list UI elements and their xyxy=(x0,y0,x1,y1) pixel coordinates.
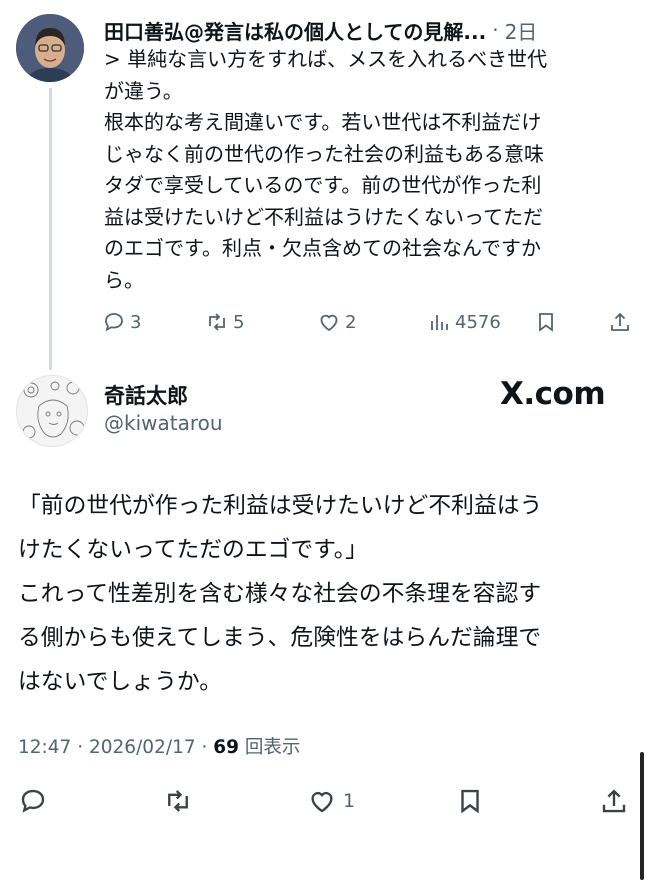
reply-like-button[interactable]: 1 xyxy=(307,786,355,816)
parent-tweet-text: > 単純な言い方をすれば、メスを入れるべき世代 が違う。 根本的な考え間違いです… xyxy=(104,47,548,292)
reply-like-count: 1 xyxy=(343,790,356,812)
parent-author-name[interactable]: 田口善弘@発言は私の個人としての見解... xyxy=(104,16,486,45)
reply-author-name[interactable]: 奇話太郎 xyxy=(104,380,188,410)
reply-author-avatar[interactable] xyxy=(16,375,88,447)
parent-tweet-header: 田口善弘@発言は私の個人としての見解... · 2日 xyxy=(104,14,624,46)
avatar-photo xyxy=(16,14,84,82)
xcom-watermark-logo: X.com xyxy=(500,376,606,412)
parent-views-count: 4576 xyxy=(455,311,501,333)
views-bar-icon xyxy=(431,315,448,330)
parent-reply-count: 3 xyxy=(130,311,142,333)
reply-tweet-text: 「前の世代が作った利益は受けたいけど不利益はう けたくないってただのエゴです。」… xyxy=(18,493,543,695)
repost-icon xyxy=(209,313,225,331)
scrollbar[interactable] xyxy=(640,752,644,880)
reply-views-label: 回表示 xyxy=(244,737,301,758)
reply-reply-button[interactable] xyxy=(18,786,48,816)
reply-author-handle[interactable]: @kiwatarou xyxy=(104,411,223,435)
reply-bookmark-button[interactable] xyxy=(455,786,485,816)
parent-timestamp[interactable]: 2日 xyxy=(505,16,538,45)
bookmark-icon xyxy=(539,313,553,332)
bookmark-icon xyxy=(461,789,479,814)
reply-bubble-icon xyxy=(21,789,45,813)
reply-meta: 12:47 · 2026/02/17 · 69 回表示 xyxy=(18,733,300,759)
header-separator: · xyxy=(492,18,499,42)
parent-bookmark-button[interactable] xyxy=(534,310,558,334)
reply-date[interactable]: 2026/02/17 xyxy=(89,737,196,758)
meta-separator: · xyxy=(201,737,214,758)
reply-repost-button[interactable] xyxy=(163,786,193,816)
share-icon xyxy=(611,312,629,331)
reply-time[interactable]: 12:47 xyxy=(18,737,71,758)
repost-icon xyxy=(168,790,188,812)
parent-author-avatar[interactable] xyxy=(16,14,84,82)
parent-share-button[interactable] xyxy=(608,310,632,334)
parent-repost-button[interactable]: 5 xyxy=(205,310,244,334)
meta-separator: · xyxy=(77,737,89,758)
share-icon xyxy=(602,789,626,813)
heart-icon xyxy=(320,314,338,332)
parent-like-button[interactable]: 2 xyxy=(317,310,356,334)
reply-bubble-icon xyxy=(105,313,123,332)
reply-views-count: 69 xyxy=(213,737,240,758)
parent-like-count: 2 xyxy=(345,311,357,333)
thread-connector-line xyxy=(49,88,52,370)
parent-repost-count: 5 xyxy=(233,311,245,333)
parent-action-bar: 3 5 2 4576 xyxy=(100,306,635,338)
avatar-illustration xyxy=(17,376,87,446)
heart-icon xyxy=(311,792,333,813)
reply-share-button[interactable] xyxy=(599,786,629,816)
reply-action-bar: 1 xyxy=(0,786,650,822)
parent-reply-button[interactable]: 3 xyxy=(102,310,141,334)
parent-views-button[interactable]: 4576 xyxy=(427,310,501,334)
